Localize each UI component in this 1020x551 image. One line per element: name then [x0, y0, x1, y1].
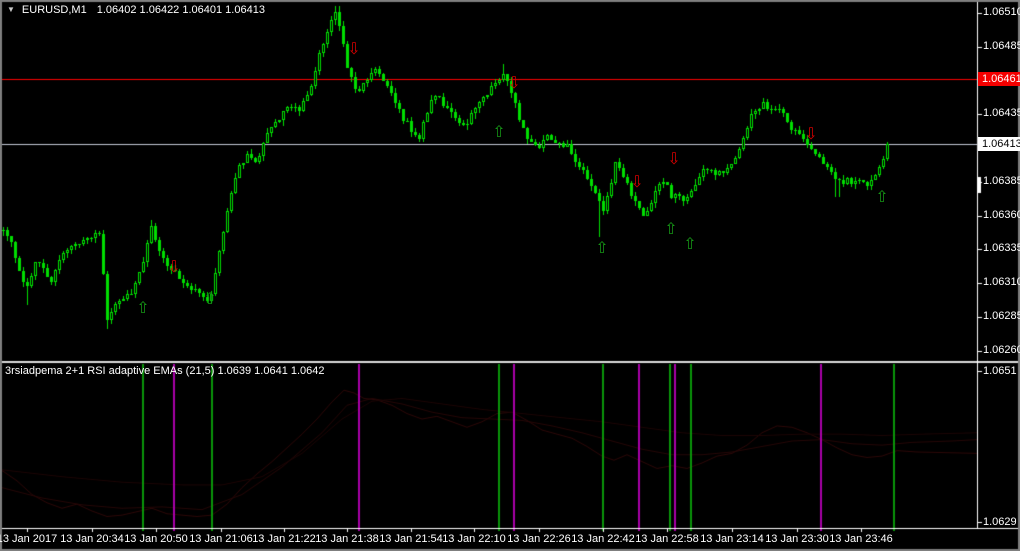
sell-signal-arrow-icon[interactable]: ⇩	[167, 259, 180, 275]
price-axis-label: 1.06510	[983, 6, 1020, 18]
time-axis-label: 13 Jan 23:14	[700, 533, 764, 545]
indicator-axis-label: 1.0651	[983, 365, 1017, 377]
sell-signal-arrow-icon[interactable]: ⇩	[347, 41, 360, 57]
price-axis-label: 1.06285	[983, 310, 1020, 322]
sell-signal-arrow-icon[interactable]: ⇩	[630, 174, 643, 190]
buy-signal-arrow-icon[interactable]: ⇧	[595, 240, 608, 256]
time-axis-label: 13 Jan 22:26	[507, 533, 571, 545]
symbol-period-label: EURUSD,M1	[21, 4, 87, 16]
sell-signal-arrow-icon[interactable]: ⇩	[667, 151, 680, 167]
buy-signal-arrow-icon[interactable]: ⇧	[683, 236, 696, 252]
indicator-axis-label: 1.0629	[983, 516, 1017, 528]
time-axis-label: 13 Jan 21:54	[379, 533, 443, 545]
price-axis-label: 1.06310	[983, 276, 1020, 288]
sell-signal-arrow-icon[interactable]: ⇩	[804, 126, 817, 142]
time-axis-label: 13 Jan 21:38	[315, 533, 379, 545]
time-axis-label: 13 Jan 22:10	[442, 533, 506, 545]
price-axis-label: 1.06485	[983, 40, 1020, 52]
ohlc-quote-label: 1.06402 1.06422 1.06401 1.06413	[96, 4, 265, 16]
resistance-price-label: 1.06461	[978, 72, 1020, 86]
price-axis-label: 1.06360	[983, 209, 1020, 221]
time-axis-label: 13 Jan 2017	[0, 533, 58, 545]
time-axis-label: 13 Jan 21:06	[189, 533, 253, 545]
time-axis-label: 13 Jan 20:34	[60, 533, 124, 545]
time-axis-label: 13 Jan 22:58	[635, 533, 699, 545]
buy-signal-arrow-icon[interactable]: ⇧	[203, 291, 216, 307]
time-axis-label: 13 Jan 21:22	[252, 533, 316, 545]
buy-signal-arrow-icon[interactable]: ⇧	[664, 221, 677, 237]
time-axis-label: 13 Jan 20:50	[124, 533, 188, 545]
buy-signal-arrow-icon[interactable]: ⇧	[136, 300, 149, 316]
buy-signal-arrow-icon[interactable]: ⇧	[875, 189, 888, 205]
price-axis-label: 1.06335	[983, 242, 1020, 254]
time-axis-label: 13 Jan 23:30	[765, 533, 829, 545]
buy-signal-arrow-icon[interactable]: ⇧	[492, 124, 505, 140]
price-axis-label: 1.06385	[983, 175, 1020, 187]
chevron-down-icon[interactable]: ▼	[7, 3, 15, 16]
sell-signal-arrow-icon[interactable]: ⇩	[507, 75, 520, 91]
time-axis-label: 13 Jan 23:46	[829, 533, 893, 545]
price-axis-label: 1.06435	[983, 107, 1020, 119]
time-axis-label: 13 Jan 22:42	[571, 533, 635, 545]
indicator-title: 3rsiadpema 2+1 RSI adaptive EMAs (21,5) …	[5, 365, 325, 377]
mt4-chart-window: ▼ EURUSD,M1 1.06402 1.06422 1.06401 1.0641…	[0, 0, 1020, 551]
bid-price-label: 1.06413	[978, 137, 1020, 151]
chart-title: ▼ EURUSD,M1 1.06402 1.06422 1.06401 1.0641…	[7, 4, 265, 18]
price-axis-label: 1.06260	[983, 344, 1020, 356]
